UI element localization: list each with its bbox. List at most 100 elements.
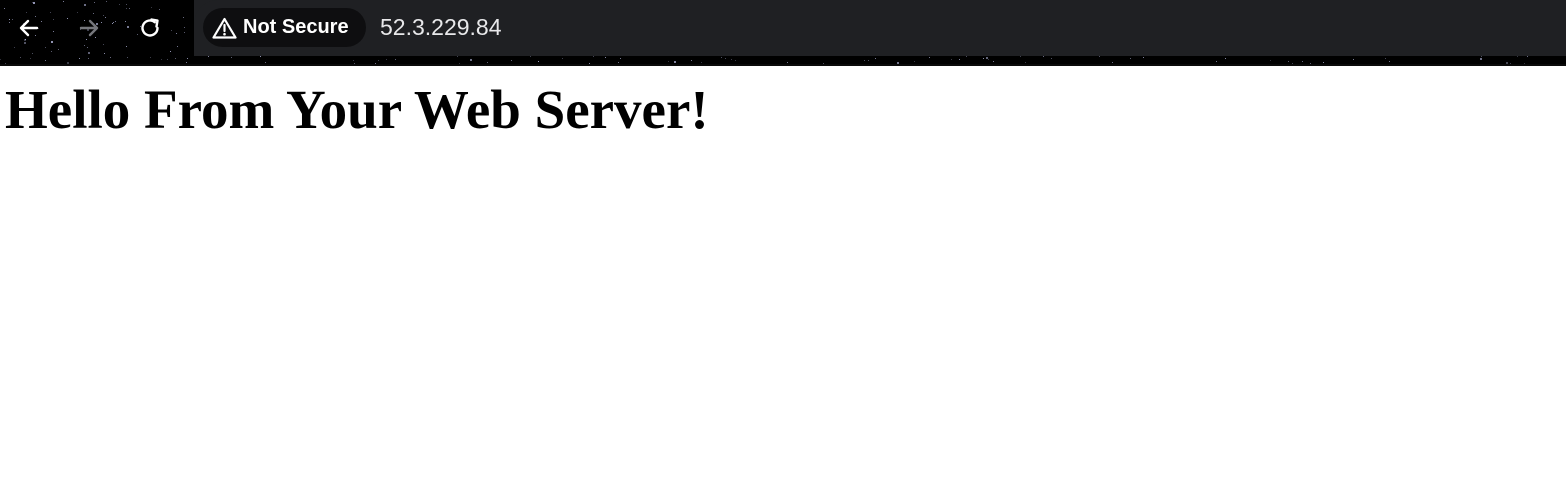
- theme-star: [589, 63, 590, 64]
- theme-star: [721, 57, 722, 58]
- theme-star: [386, 59, 387, 60]
- security-indicator-chip[interactable]: Not Secure: [203, 8, 366, 47]
- theme-star: [1216, 61, 1217, 62]
- theme-star: [53, 19, 54, 20]
- theme-star: [951, 59, 952, 60]
- theme-star: [127, 26, 129, 28]
- theme-star: [725, 58, 726, 59]
- theme-star: [691, 60, 692, 61]
- theme-star: [175, 58, 176, 59]
- url-field[interactable]: 52.3.229.84: [380, 12, 502, 42]
- theme-star: [1389, 61, 1390, 62]
- theme-star: [32, 2, 33, 3]
- theme-star: [1020, 56, 1021, 57]
- theme-star: [167, 59, 168, 60]
- theme-star: [119, 4, 120, 5]
- theme-star: [88, 52, 90, 54]
- theme-star: [1112, 62, 1113, 63]
- theme-star: [1481, 56, 1482, 57]
- theme-star: [395, 59, 396, 60]
- theme-star: [959, 59, 960, 60]
- theme-star: [618, 62, 619, 63]
- theme-star: [538, 61, 539, 62]
- browser-window: Not Secure 52.3.229.84 Hello From Your W…: [0, 0, 1566, 501]
- theme-star: [1288, 61, 1289, 62]
- theme-star: [511, 60, 512, 61]
- theme-star: [176, 33, 177, 34]
- browser-toolbar: Not Secure 52.3.229.84: [0, 0, 1566, 56]
- theme-star: [1323, 62, 1324, 63]
- theme-star: [470, 59, 472, 61]
- theme-star: [1099, 56, 1100, 57]
- theme-star: [1310, 63, 1311, 64]
- theme-star: [868, 60, 869, 61]
- theme-star: [1143, 57, 1144, 58]
- theme-star: [823, 63, 824, 64]
- theme-star: [787, 62, 788, 63]
- theme-star: [983, 58, 984, 59]
- theme-star: [1051, 58, 1052, 59]
- theme-star: [457, 56, 458, 57]
- back-button[interactable]: [9, 8, 49, 48]
- theme-star: [126, 8, 127, 9]
- theme-star: [125, 21, 126, 22]
- theme-star: [113, 22, 114, 23]
- security-label: Not Secure: [243, 16, 349, 38]
- theme-star: [1043, 56, 1044, 57]
- theme-star: [260, 56, 261, 57]
- theme-star: [459, 63, 460, 64]
- theme-star: [993, 61, 994, 62]
- theme-star: [170, 51, 171, 52]
- theme-star: [126, 46, 127, 47]
- theme-star: [354, 63, 355, 64]
- theme-star: [1025, 62, 1026, 63]
- theme-star: [187, 58, 188, 59]
- theme-star: [115, 21, 116, 22]
- theme-star: [1510, 63, 1511, 64]
- reload-icon: [138, 16, 162, 40]
- theme-star: [875, 58, 876, 59]
- theme-star: [50, 12, 51, 13]
- theme-star: [1225, 58, 1226, 59]
- theme-star: [84, 4, 86, 6]
- theme-star: [32, 53, 33, 54]
- theme-star: [1353, 59, 1354, 60]
- theme-star: [1480, 58, 1482, 60]
- theme-star: [106, 1, 107, 2]
- theme-star: [1527, 56, 1528, 57]
- theme-star: [88, 58, 89, 59]
- theme-star: [1270, 60, 1271, 61]
- theme-star: [620, 58, 621, 59]
- theme-star: [1517, 56, 1518, 57]
- theme-star: [208, 56, 209, 57]
- theme-star: [58, 49, 59, 50]
- theme-star: [1524, 63, 1525, 64]
- warning-triangle-icon: [211, 16, 237, 40]
- arrow-left-icon: [17, 16, 41, 40]
- theme-star: [51, 51, 52, 52]
- theme-star: [104, 53, 105, 54]
- theme-star: [231, 57, 232, 58]
- theme-star: [487, 62, 488, 63]
- theme-star: [1302, 61, 1303, 62]
- reload-button[interactable]: [130, 8, 170, 48]
- theme-star: [1385, 58, 1386, 59]
- theme-star: [986, 57, 988, 59]
- theme-star: [735, 60, 736, 61]
- theme-star: [171, 30, 172, 31]
- theme-star: [5, 63, 6, 64]
- theme-star: [1130, 58, 1131, 59]
- theme-star: [897, 62, 899, 64]
- theme-star: [161, 59, 162, 60]
- toolbar-bottom-strip: [0, 56, 1566, 66]
- theme-star: [177, 46, 178, 47]
- theme-star: [562, 58, 563, 59]
- theme-star: [378, 60, 379, 61]
- theme-star: [265, 62, 266, 63]
- theme-star: [79, 58, 80, 59]
- forward-button[interactable]: [69, 8, 109, 48]
- theme-star: [731, 59, 732, 60]
- theme-star: [127, 57, 128, 58]
- theme-star: [674, 61, 676, 63]
- theme-star: [864, 60, 865, 61]
